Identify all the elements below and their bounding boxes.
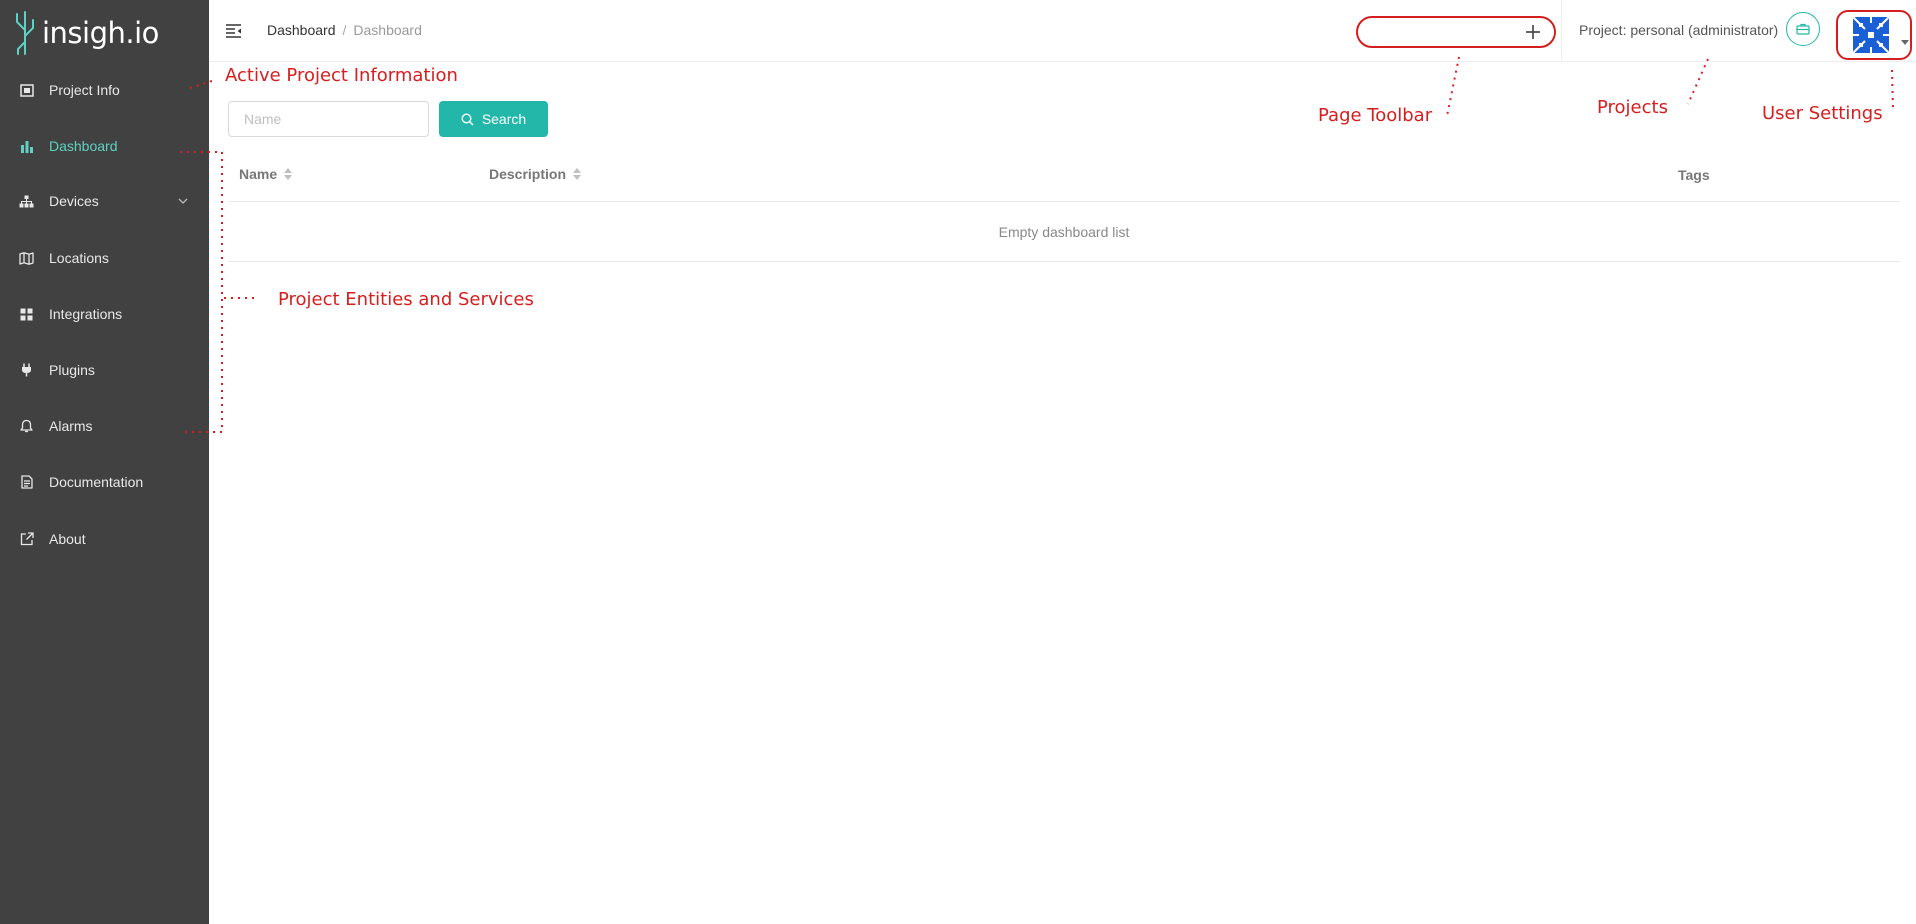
project-label: Project: personal (administrator) [1579,22,1779,38]
sidebar-item-label: Integrations [49,306,123,322]
column-header-label: Description [489,166,567,182]
breadcrumb: Dashboard / Dashboard [267,22,422,38]
sidebar-item-label: About [49,531,86,547]
switch-project-button[interactable] [1786,12,1820,46]
sidebar-item-label: Locations [49,250,109,266]
column-header-description[interactable]: Description [489,166,582,182]
breadcrumb-separator: / [342,22,347,38]
annotation-active-project: Active Project Information [225,65,458,86]
search-button-label: Search [481,111,527,127]
search-icon [461,112,474,125]
sidebar-item-label: Devices [49,193,99,209]
devices-tree-icon [19,194,34,209]
logo-icon [16,11,34,55]
project-info-icon [19,83,34,98]
table-header: Name Description Tags [228,153,1900,202]
grid-icon [19,307,34,322]
column-header-label: Name [239,166,278,182]
bar-chart-icon [19,139,34,154]
page-toolbar [1356,16,1556,48]
avatar[interactable] [1851,15,1891,55]
sidebar-item-dashboard[interactable]: Dashboard [0,124,209,168]
search-button[interactable]: Search [439,101,548,137]
column-header-tags: Tags [1678,167,1710,183]
breadcrumb-item-current: Dashboard [353,22,422,38]
menu-fold-icon[interactable] [224,21,244,41]
external-link-icon [19,532,34,547]
plug-icon [19,363,34,378]
search-input[interactable] [228,101,429,137]
bell-icon [19,419,34,434]
sidebar-item-label: Project Info [49,82,120,98]
annotation-projects: Projects [1597,97,1668,118]
sidebar-item-label: Plugins [49,362,95,378]
user-settings [1836,10,1912,60]
sort-icon[interactable] [284,168,293,180]
sidebar-item-plugins[interactable]: Plugins [0,348,209,392]
project-selector: Project: personal (administrator) [1561,0,1835,61]
logo-text: insigh.io [42,16,159,50]
column-header-name[interactable]: Name [239,166,293,182]
sidebar-item-label: Alarms [49,418,93,434]
sidebar-item-label: Documentation [49,474,144,490]
map-icon [19,251,34,266]
sidebar-item-project-info[interactable]: Project Info [0,68,209,112]
empty-table-message: Empty dashboard list [228,202,1900,262]
sidebar-item-devices[interactable]: Devices [0,179,209,223]
chevron-down-icon[interactable] [177,195,189,207]
breadcrumb-item[interactable]: Dashboard [267,22,336,38]
sidebar-item-alarms[interactable]: Alarms [0,404,209,448]
sidebar-item-label: Dashboard [49,138,118,154]
sidebar-item-documentation[interactable]: Documentation [0,460,209,504]
sort-icon[interactable] [573,168,582,180]
document-icon [19,475,34,490]
annotation-entities: Project Entities and Services [278,289,534,310]
briefcase-icon [1796,23,1810,35]
logo[interactable]: insigh.io [12,8,159,58]
add-icon[interactable] [1524,23,1542,41]
annotation-page-toolbar: Page Toolbar [1318,105,1433,126]
sidebar-item-about[interactable]: About [0,517,209,561]
sidebar-item-locations[interactable]: Locations [0,236,209,280]
caret-down-icon[interactable] [1901,40,1909,45]
annotation-leader-lines [180,56,1894,433]
annotation-user-settings: User Settings [1762,103,1883,124]
column-header-label: Tags [1678,167,1710,183]
sidebar-item-integrations[interactable]: Integrations [0,292,209,336]
sidebar: insigh.io Project Info Dashboard Devices… [0,0,209,924]
top-bar: Dashboard / Dashboard Project: personal (a… [209,0,1916,62]
